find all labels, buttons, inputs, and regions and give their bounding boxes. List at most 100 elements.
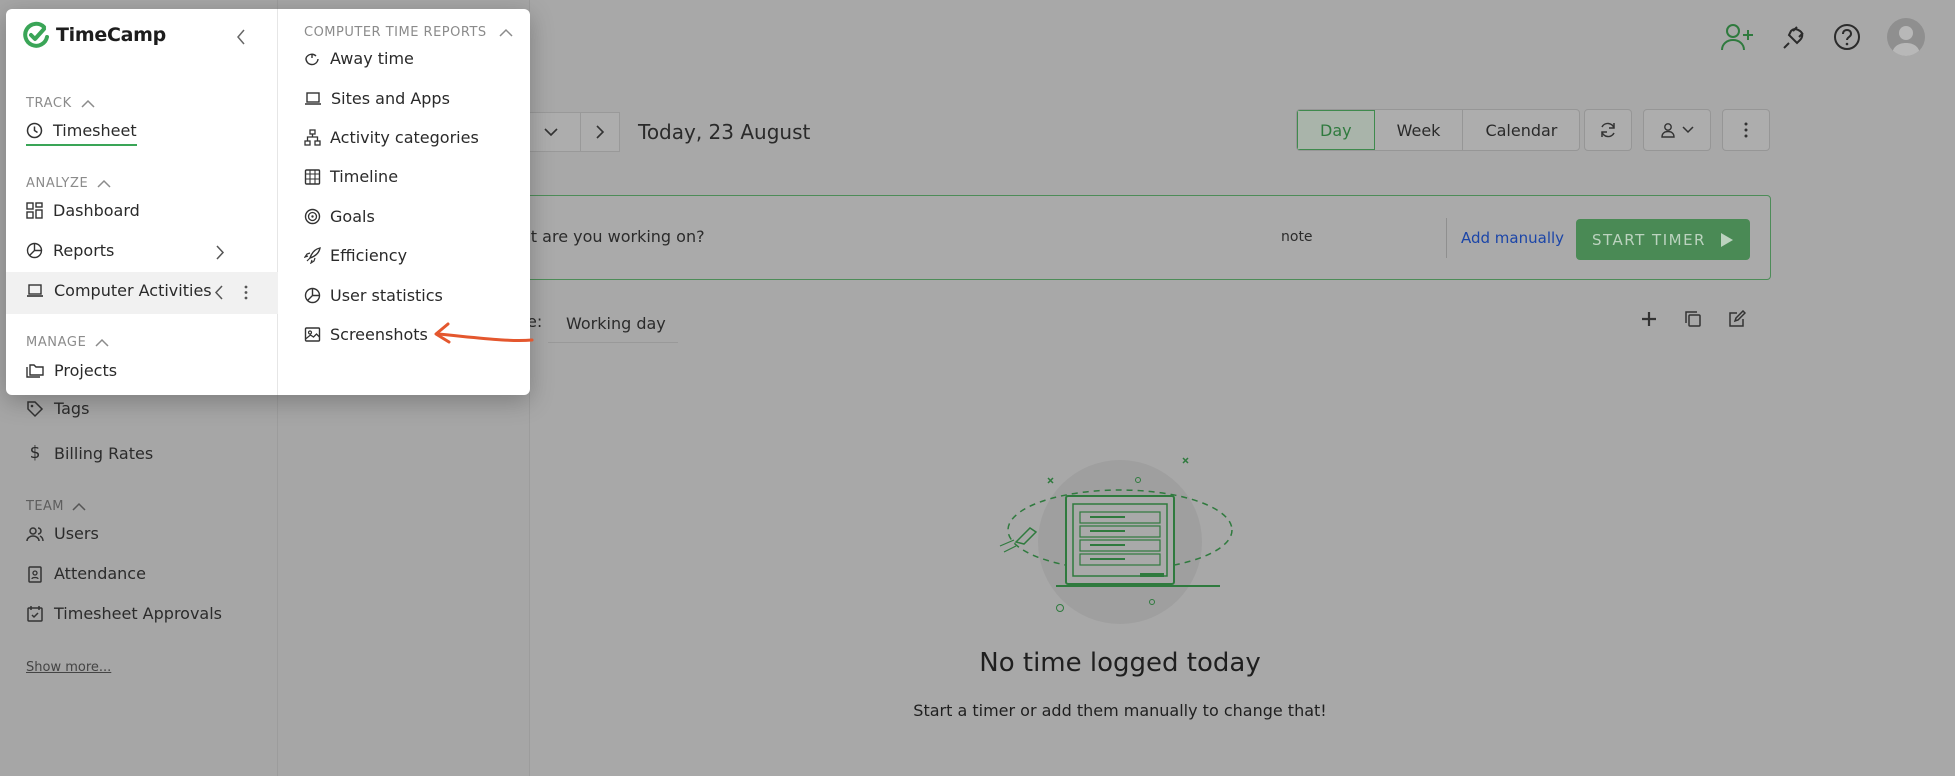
view-calendar-button[interactable]: Calendar [1463, 110, 1579, 150]
menu-item-projects[interactable]: Projects [26, 361, 117, 380]
sidebar-item-billing-rates[interactable]: $ Billing Rates [26, 443, 154, 463]
submenu-item-label: Timeline [330, 167, 399, 186]
submenu-item-label: Goals [330, 207, 375, 226]
submenu-item-label: Activity categories [330, 128, 479, 147]
pie-chart-icon [304, 287, 321, 304]
collapse-menu-icon[interactable] [236, 29, 246, 45]
menu-item-label: Dashboard [53, 201, 140, 220]
rocket-icon [304, 247, 321, 264]
date-title: Today, 23 August [638, 120, 811, 144]
chevron-right-icon [595, 125, 605, 139]
menu-item-label: Reports [53, 241, 115, 260]
topbar-actions [1721, 18, 1925, 56]
calendar-check-icon [26, 605, 44, 623]
help-icon[interactable] [1833, 23, 1861, 51]
plug-icon[interactable] [1781, 23, 1807, 51]
chevron-down-icon [543, 127, 558, 137]
play-icon [1720, 232, 1734, 248]
tag-icon [26, 400, 44, 418]
avatar[interactable] [1887, 18, 1925, 56]
duplicate-icon[interactable] [1684, 310, 1702, 328]
empty-state-illustration [990, 450, 1250, 630]
sidebar-item-label: Timesheet Approvals [54, 604, 223, 623]
sidebar-item-attendance[interactable]: Attendance [26, 564, 146, 583]
annotation-arrow [430, 316, 534, 346]
submenu-item-timeline[interactable]: Timeline [304, 167, 398, 186]
next-day-button[interactable] [580, 112, 620, 152]
submenu-item-user-statistics[interactable]: User statistics [304, 286, 443, 305]
sidebar-item-users[interactable]: Users [26, 524, 99, 543]
laptop-icon [304, 91, 322, 107]
dashboard-icon [26, 202, 43, 219]
empty-state-subtitle: Start a timer or add them manually to ch… [913, 701, 1327, 720]
view-day-button[interactable]: Day [1297, 110, 1375, 150]
hierarchy-icon [304, 129, 321, 146]
submenu-item-label: Sites and Apps [331, 89, 450, 108]
menu-item-label: Timesheet [53, 121, 137, 140]
clock-icon [26, 122, 43, 139]
chevron-left-icon[interactable] [214, 285, 223, 300]
sidebar-item-label: Attendance [54, 564, 146, 583]
divider [1446, 218, 1447, 258]
sidebar-item-timesheet-approvals[interactable]: Timesheet Approvals [26, 604, 222, 623]
view-switch: Day Week Calendar [1296, 109, 1581, 151]
add-user-icon[interactable] [1721, 22, 1755, 52]
submenu-item-label: Efficiency [330, 246, 408, 265]
menu-item-computer-activities[interactable]: Computer Activities [26, 281, 212, 300]
kebab-icon [1744, 122, 1748, 138]
chevron-up-icon [95, 338, 109, 347]
entry-tools [1640, 310, 1746, 328]
target-icon [304, 208, 321, 225]
submenu-item-label: User statistics [330, 286, 443, 305]
task-input[interactable]: at are you working on? [521, 227, 705, 246]
note-input[interactable]: note [1281, 229, 1313, 245]
submenu-item-away-time[interactable]: Away time [304, 49, 414, 68]
menu-item-dashboard[interactable]: Dashboard [26, 201, 140, 220]
working-day-select[interactable]: Working day [548, 305, 678, 343]
section-analyze[interactable]: ANALYZE [26, 176, 111, 191]
view-week-button[interactable]: Week [1375, 110, 1464, 150]
submenu-item-screenshots[interactable]: Screenshots [304, 325, 428, 344]
image-icon [304, 326, 321, 343]
refresh-button[interactable] [1584, 109, 1632, 151]
menu-item-label: Projects [54, 361, 118, 380]
sidebar-item-label: Billing Rates [54, 443, 154, 463]
submenu-heading[interactable]: COMPUTER TIME REPORTS [304, 25, 513, 40]
timer-bar: at are you working on? note Add manually… [520, 195, 1771, 280]
logo[interactable]: TimeCamp [22, 21, 166, 49]
submenu-item-activity-categories[interactable]: Activity categories [304, 128, 479, 147]
empty-state-title: No time logged today [979, 648, 1261, 678]
menu-main-column: TimeCamp TRACK Timesheet ANALYZE Dashboa… [6, 9, 278, 395]
section-track[interactable]: TRACK [26, 96, 95, 111]
more-options-button[interactable] [1722, 109, 1770, 151]
menu-item-reports[interactable]: Reports [26, 241, 114, 260]
submenu-item-label: Screenshots [330, 325, 428, 344]
kebab-icon[interactable] [244, 285, 248, 300]
section-manage[interactable]: MANAGE [26, 335, 109, 350]
submenu-item-sites-and-apps[interactable]: Sites and Apps [304, 89, 450, 108]
timecamp-logo-icon [22, 21, 50, 49]
date-navigation: Today, 23 August [520, 112, 810, 152]
chevron-up-icon [72, 502, 86, 511]
user-filter-button[interactable] [1643, 109, 1711, 151]
pie-chart-icon [26, 242, 43, 259]
start-timer-button[interactable]: START TIMER [1576, 219, 1750, 260]
users-icon [26, 525, 44, 543]
laptop-icon [26, 283, 44, 299]
menu-item-timesheet[interactable]: Timesheet [26, 121, 137, 146]
menu-item-label: Computer Activities [54, 281, 212, 300]
sidebar-item-tags[interactable]: Tags [26, 399, 89, 418]
chevron-up-icon [499, 28, 513, 37]
chevron-up-icon [97, 179, 111, 188]
plus-icon[interactable] [1640, 310, 1658, 328]
section-team[interactable]: TEAM [26, 499, 86, 514]
submenu-item-label: Away time [330, 49, 414, 68]
edit-icon[interactable] [1728, 310, 1746, 328]
chevron-right-icon[interactable] [216, 245, 225, 260]
badge-icon [26, 565, 44, 583]
away-time-icon [304, 50, 321, 67]
brand-name: TimeCamp [56, 24, 166, 46]
submenu-item-efficiency[interactable]: Efficiency [304, 246, 407, 265]
submenu-item-goals[interactable]: Goals [304, 207, 375, 226]
add-manually-link[interactable]: Add manually [1461, 229, 1564, 247]
